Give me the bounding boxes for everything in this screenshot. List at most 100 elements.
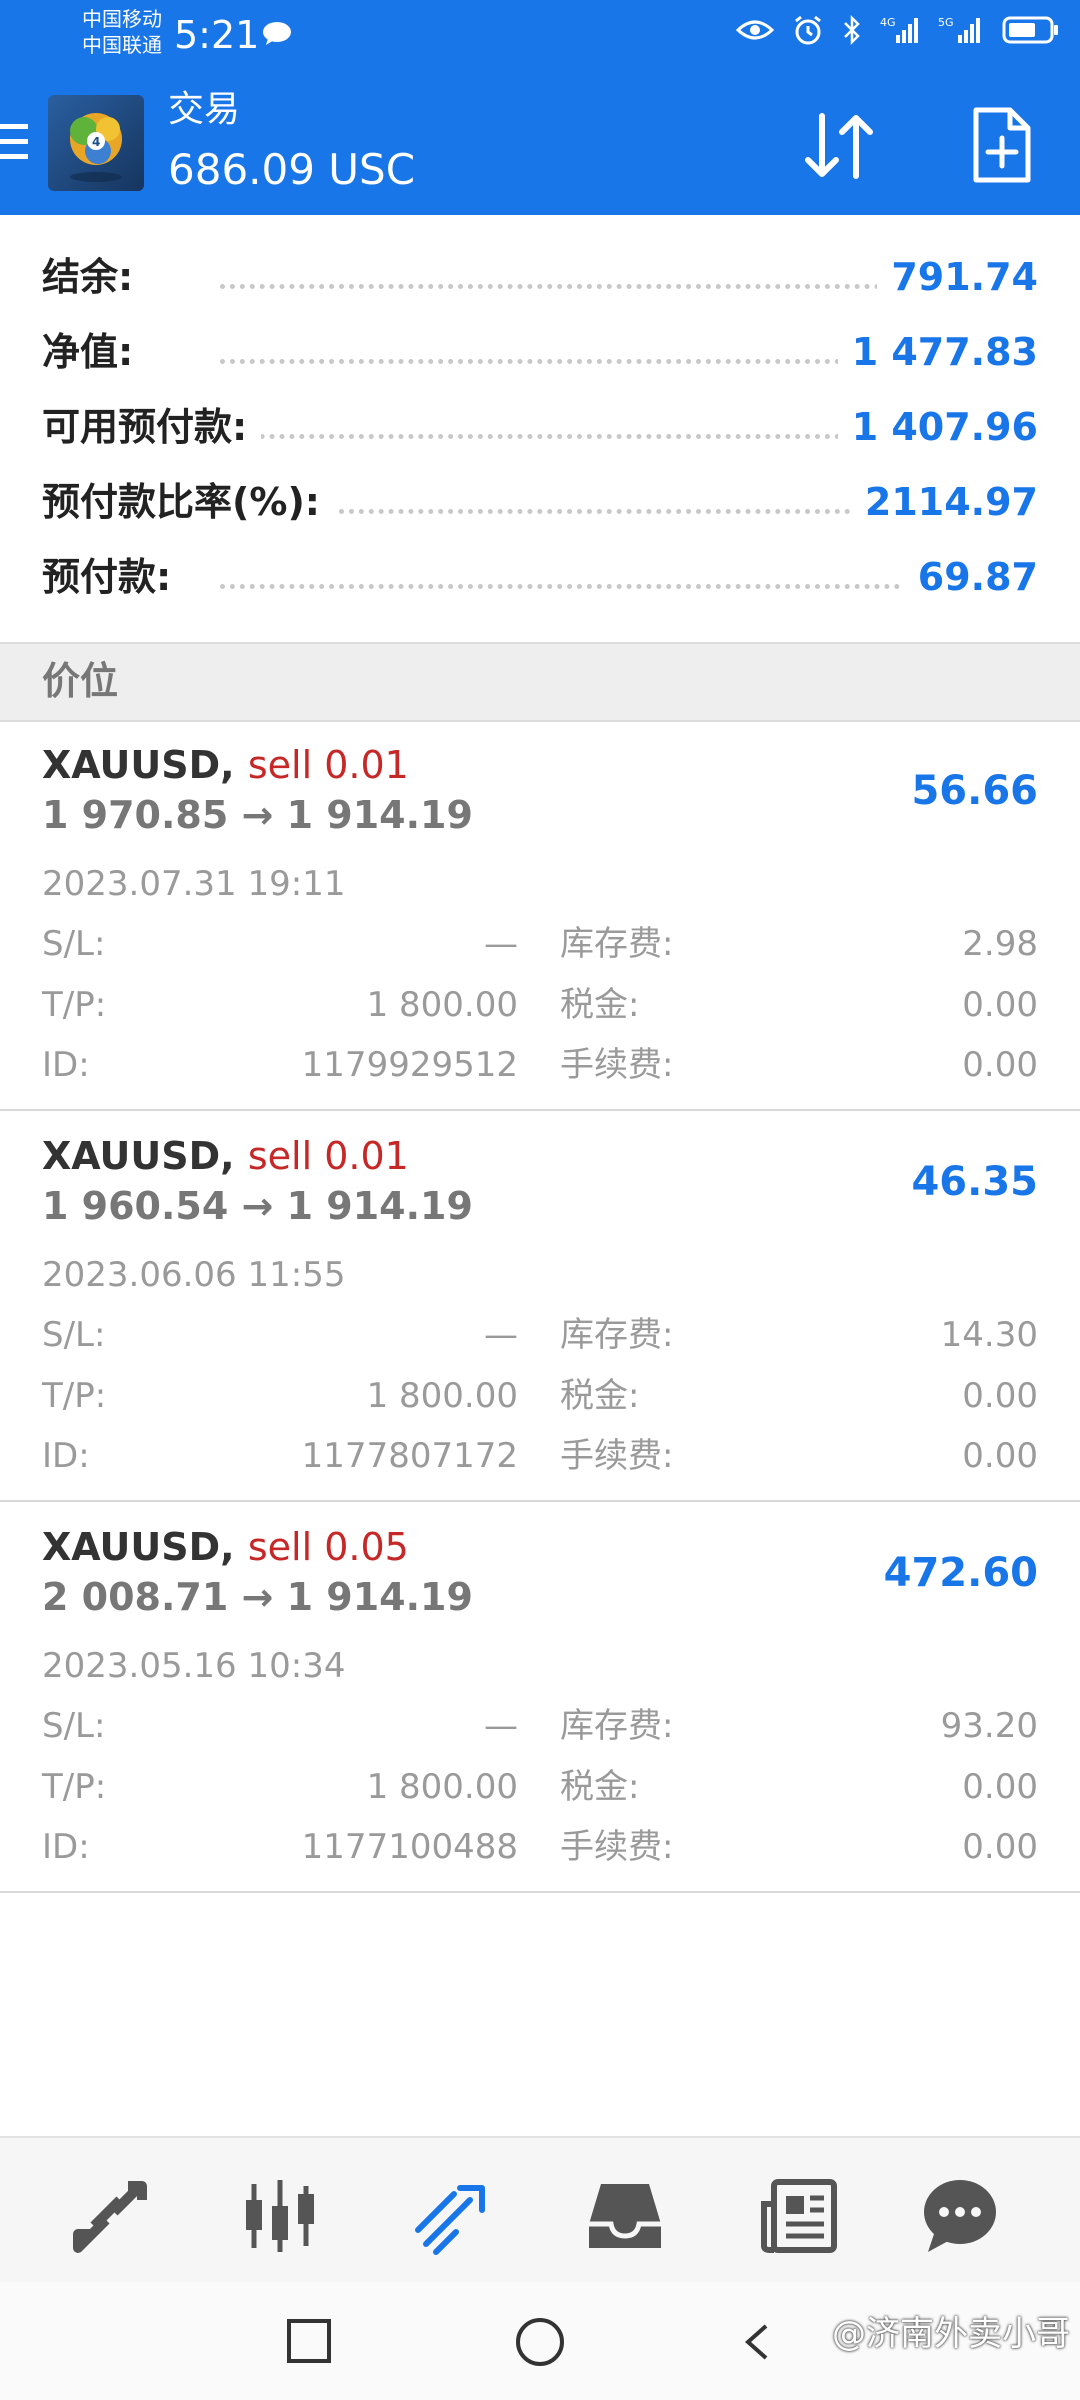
tax-label: 税金:: [560, 985, 640, 1025]
account-summary: 结余: 791.74 净值: 1 477.83 可用预付款: 1 407.96 …: [0, 240, 1080, 615]
summary-row-margin: 预付款: 69.87: [0, 540, 1080, 615]
id-value: 1177100488: [301, 1827, 518, 1867]
summary-row-margin-level: 预付款比率(%): 2114.97: [0, 465, 1080, 540]
app-logo[interactable]: 4: [48, 95, 144, 191]
dotted-leader: [220, 284, 900, 289]
position-title: XAUUSD, sell 0.05: [42, 1522, 409, 1572]
id-label: ID:: [42, 1436, 90, 1476]
id-value: 1177807172: [301, 1436, 518, 1476]
position-profit: 46.35: [911, 1159, 1038, 1205]
message-icon: [263, 22, 291, 45]
back-icon[interactable]: [742, 2322, 772, 2362]
swap-value: 93.20: [940, 1706, 1038, 1746]
news-icon[interactable]: [760, 2176, 840, 2256]
sl-value: —: [484, 1706, 518, 1746]
swap-value: 2.98: [962, 924, 1038, 964]
status-bar: 中国移动 中国联通 5:21 4G 5G: [0, 0, 1080, 70]
chat-icon[interactable]: [920, 2176, 1000, 2256]
chart-icon[interactable]: [240, 2176, 320, 2256]
position-side: sell 0.01: [247, 1134, 409, 1178]
sl-label: S/L:: [42, 924, 106, 964]
new-order-icon[interactable]: [970, 106, 1034, 186]
sl-label: S/L:: [42, 1706, 106, 1746]
summary-value: 791.74: [877, 252, 1038, 302]
tax-value: 0.00: [962, 985, 1038, 1025]
quotes-icon[interactable]: [70, 2176, 150, 2256]
dotted-leader: [220, 359, 900, 364]
summary-value: 1 407.96: [837, 402, 1038, 452]
sort-icon[interactable]: [800, 108, 880, 184]
position-item[interactable]: XAUUSD, sell 0.01 1 960.54 → 1 914.19 46…: [0, 1111, 1080, 1502]
tp-value: 1 800.00: [366, 985, 518, 1025]
summary-label: 预付款:: [42, 552, 186, 602]
page-title: 交易: [168, 89, 241, 130]
bottom-navigation: [0, 2136, 1080, 2284]
dotted-leader: [220, 434, 900, 439]
position-title: XAUUSD, sell 0.01: [42, 740, 409, 790]
home-icon[interactable]: [514, 2316, 566, 2368]
positions-list: XAUUSD, sell 0.01 1 970.85 → 1 914.19 56…: [0, 720, 1080, 1893]
header-balance: 686.09 USC: [168, 145, 416, 194]
trade-icon[interactable]: [410, 2176, 490, 2256]
summary-value: 1 477.83: [837, 327, 1038, 377]
position-item[interactable]: XAUUSD, sell 0.01 1 970.85 → 1 914.19 56…: [0, 720, 1080, 1111]
position-title: XAUUSD, sell 0.01: [42, 1131, 409, 1181]
history-icon[interactable]: [585, 2176, 665, 2256]
position-profit: 472.60: [883, 1550, 1038, 1596]
bluetooth-icon: [844, 14, 860, 46]
tax-label: 税金:: [560, 1767, 640, 1807]
svg-text:5G: 5G: [938, 16, 954, 29]
sl-label: S/L:: [42, 1315, 106, 1355]
id-value: 1179929512: [301, 1045, 518, 1085]
tp-value: 1 800.00: [366, 1376, 518, 1416]
position-item[interactable]: XAUUSD, sell 0.05 2 008.71 → 1 914.19 47…: [0, 1502, 1080, 1893]
summary-label: 可用预付款:: [42, 402, 262, 452]
sl-value: —: [484, 1315, 518, 1355]
status-time: 5:21: [174, 13, 260, 57]
position-profit: 56.66: [911, 768, 1038, 814]
carrier-2: 中国联通: [82, 33, 162, 57]
metatrader-logo-icon: 4: [70, 113, 122, 182]
fee-value: 0.00: [962, 1827, 1038, 1867]
fee-value: 0.00: [962, 1436, 1038, 1476]
position-open-time: 2023.07.31 19:11: [42, 864, 346, 904]
tp-label: T/P:: [42, 1767, 107, 1807]
fee-label: 手续费:: [560, 1436, 674, 1476]
summary-row-balance: 结余: 791.74: [0, 240, 1080, 315]
tp-label: T/P:: [42, 985, 107, 1025]
tax-value: 0.00: [962, 1767, 1038, 1807]
fee-value: 0.00: [962, 1045, 1038, 1085]
status-icons: 4G 5G: [736, 14, 1060, 46]
position-symbol: XAUUSD,: [42, 1134, 235, 1178]
section-header: 价位: [0, 642, 1080, 722]
summary-value: 69.87: [903, 552, 1038, 602]
position-prices: 1 960.54 → 1 914.19: [42, 1184, 473, 1228]
menu-icon[interactable]: [0, 118, 30, 166]
watermark-text: @济南外卖小哥: [832, 2314, 1070, 2354]
swap-label: 库存费:: [560, 1315, 674, 1355]
signal-5g-icon: 5G: [938, 16, 980, 43]
swap-label: 库存费:: [560, 1706, 674, 1746]
summary-row-equity: 净值: 1 477.83: [0, 315, 1080, 390]
summary-label: 预付款比率(%):: [42, 477, 335, 527]
carrier-1: 中国移动: [82, 7, 162, 31]
svg-text:4: 4: [92, 135, 100, 149]
tp-label: T/P:: [42, 1376, 107, 1416]
app-header: 中国移动 中国联通 5:21 4G 5G 4 交易 686.09 USC: [0, 0, 1080, 215]
section-title: 价位: [42, 659, 119, 703]
tax-label: 税金:: [560, 1376, 640, 1416]
carrier-info: 中国移动 中国联通: [82, 6, 162, 58]
position-symbol: XAUUSD,: [42, 1525, 235, 1569]
position-open-time: 2023.06.06 11:55: [42, 1255, 346, 1295]
swap-label: 库存费:: [560, 924, 674, 964]
summary-value: 2114.97: [850, 477, 1038, 527]
fee-label: 手续费:: [560, 1045, 674, 1085]
summary-row-free-margin: 可用预付款: 1 407.96: [0, 390, 1080, 465]
battery-icon: [1002, 16, 1058, 44]
tax-value: 0.00: [962, 1376, 1038, 1416]
position-prices: 1 970.85 → 1 914.19: [42, 793, 473, 837]
position-open-time: 2023.05.16 10:34: [42, 1646, 346, 1686]
position-side: sell 0.01: [247, 743, 409, 787]
recents-icon[interactable]: [286, 2318, 332, 2364]
tp-value: 1 800.00: [366, 1767, 518, 1807]
